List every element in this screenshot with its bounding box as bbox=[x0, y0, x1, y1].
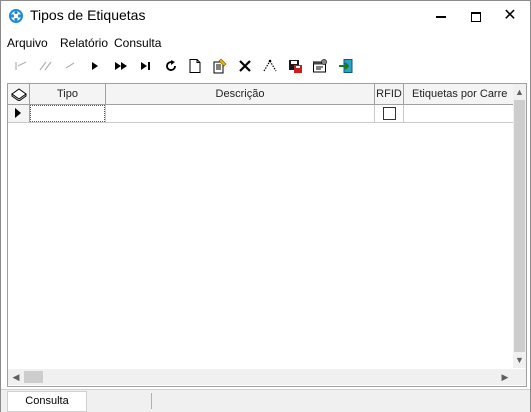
cell-focus bbox=[30, 105, 105, 122]
table-row[interactable] bbox=[8, 105, 513, 123]
menu-arquivo[interactable]: Arquivo bbox=[7, 36, 48, 50]
main-window: Tipos de Etiquetas ✕ Arquivo Relatório C… bbox=[0, 0, 531, 412]
first-record-button[interactable] bbox=[11, 56, 31, 76]
column-header-rfid[interactable]: RFID bbox=[375, 84, 404, 104]
minimize-icon bbox=[436, 15, 446, 18]
minimize-button[interactable] bbox=[426, 1, 456, 31]
data-grid[interactable]: Tipo Descrição RFID Etiquetas por Carre … bbox=[7, 83, 527, 387]
column-header-descricao[interactable]: Descrição bbox=[106, 84, 375, 104]
save-button[interactable] bbox=[285, 56, 305, 76]
properties-icon bbox=[313, 59, 327, 73]
horizontal-scrollbar[interactable]: ◀ ▶ bbox=[8, 369, 513, 385]
last-record-button[interactable] bbox=[135, 56, 155, 76]
last-record-icon bbox=[141, 62, 150, 70]
prev-page-button[interactable] bbox=[35, 56, 55, 76]
edit-icon bbox=[213, 58, 227, 74]
row-indicator-header[interactable] bbox=[8, 84, 30, 104]
grid-header: Tipo Descrição RFID Etiquetas por Carre bbox=[8, 84, 513, 105]
cell-rfid[interactable] bbox=[375, 105, 404, 122]
window-title: Tipos de Etiquetas bbox=[30, 7, 146, 23]
cell-etiquetas[interactable] bbox=[404, 105, 513, 122]
menu-relatorio[interactable]: Relatório bbox=[60, 36, 108, 50]
vertical-scrollbar[interactable]: ▲ ▼ bbox=[513, 84, 526, 368]
delete-button[interactable] bbox=[235, 56, 255, 76]
next-page-button[interactable] bbox=[111, 56, 131, 76]
save-icon bbox=[289, 60, 302, 73]
properties-button[interactable] bbox=[310, 56, 330, 76]
first-record-icon bbox=[15, 61, 27, 70]
close-icon: ✕ bbox=[503, 7, 517, 24]
column-header-tipo[interactable]: Tipo bbox=[30, 84, 106, 104]
refresh-icon bbox=[166, 60, 176, 71]
horizontal-scroll-thumb[interactable] bbox=[24, 371, 43, 383]
edit-button[interactable] bbox=[210, 56, 230, 76]
vertical-scroll-thumb[interactable] bbox=[514, 100, 525, 352]
prev-record-button[interactable] bbox=[59, 56, 79, 76]
prev-record-icon bbox=[65, 62, 75, 69]
status-panel-mode: Consulta bbox=[7, 391, 87, 412]
next-record-icon bbox=[92, 62, 98, 70]
app-icon bbox=[9, 9, 23, 23]
maximize-icon bbox=[471, 11, 481, 22]
scroll-left-arrow-icon[interactable]: ◀ bbox=[8, 369, 24, 385]
filter-button[interactable] bbox=[260, 56, 280, 76]
cell-descricao[interactable] bbox=[106, 105, 375, 122]
refresh-button[interactable] bbox=[161, 56, 181, 76]
next-page-icon bbox=[115, 62, 127, 70]
scroll-right-arrow-icon[interactable]: ▶ bbox=[497, 369, 513, 385]
new-button[interactable] bbox=[185, 56, 205, 76]
status-bar: Consulta bbox=[1, 389, 530, 412]
menu-consulta[interactable]: Consulta bbox=[114, 36, 161, 50]
exit-icon bbox=[339, 59, 353, 73]
scroll-up-arrow-icon[interactable]: ▲ bbox=[513, 84, 526, 100]
filter-icon bbox=[263, 59, 277, 72]
cell-tipo[interactable] bbox=[30, 105, 106, 122]
column-header-etiquetas[interactable]: Etiquetas por Carre bbox=[404, 84, 521, 104]
status-divider bbox=[151, 393, 152, 409]
delete-icon bbox=[239, 60, 251, 72]
next-record-button[interactable] bbox=[85, 56, 105, 76]
close-button[interactable]: ✕ bbox=[495, 1, 525, 31]
scrollbar-corner bbox=[513, 369, 526, 385]
rfid-checkbox[interactable] bbox=[383, 107, 396, 120]
new-document-icon bbox=[189, 59, 201, 73]
prev-page-icon bbox=[39, 61, 52, 71]
toolbar bbox=[7, 56, 527, 78]
title-bar: Tipos de Etiquetas ✕ bbox=[1, 1, 530, 31]
maximize-button[interactable] bbox=[461, 1, 491, 31]
scroll-down-arrow-icon[interactable]: ▼ bbox=[513, 352, 526, 368]
exit-button[interactable] bbox=[336, 56, 356, 76]
book-icon bbox=[10, 88, 27, 102]
row-indicator[interactable] bbox=[8, 105, 30, 122]
current-row-arrow-icon bbox=[15, 108, 21, 118]
